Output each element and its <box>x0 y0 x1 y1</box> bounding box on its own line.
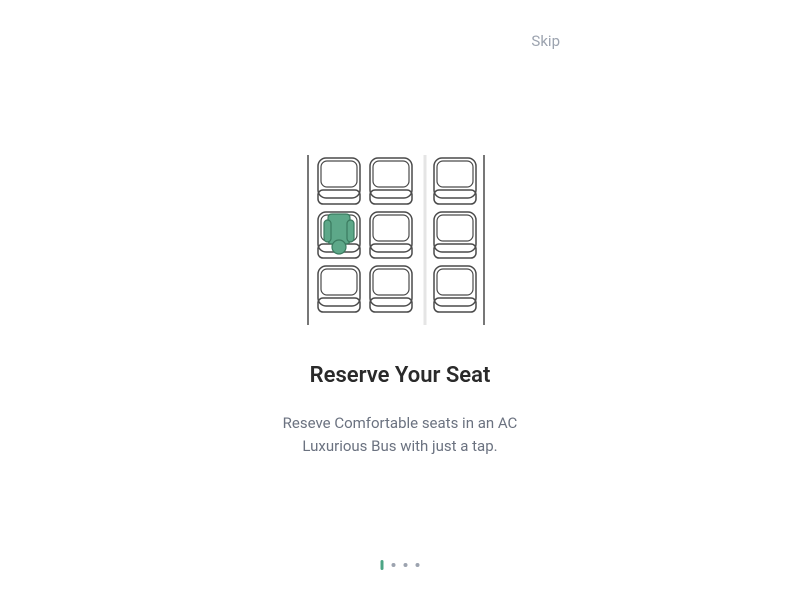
seat-icon <box>434 212 476 258</box>
seat-icon <box>370 158 412 204</box>
page-dot-active[interactable] <box>381 560 384 570</box>
subtitle-line: Luxurious Bus with just a tap. <box>302 437 497 455</box>
subtitle-line: Reseve Comfortable seats in an AC <box>283 414 518 432</box>
page-dot[interactable] <box>416 563 420 567</box>
skip-button[interactable]: Skip <box>531 32 560 50</box>
page-dot[interactable] <box>392 563 396 567</box>
pagination-dots <box>381 560 420 570</box>
seat-icon <box>370 212 412 258</box>
onboarding-title: Reserve Your Seat <box>0 363 800 388</box>
seat-icon <box>434 266 476 312</box>
seat-icon <box>370 266 412 312</box>
seat-icon <box>318 266 360 312</box>
onboarding-subtitle: Reseve Comfortable seats in an AC Luxuri… <box>0 412 800 457</box>
seat-icon <box>434 158 476 204</box>
seat-illustration <box>300 150 500 330</box>
seat-icon <box>318 158 360 204</box>
page-dot[interactable] <box>404 563 408 567</box>
seat-selected-icon <box>318 212 360 258</box>
